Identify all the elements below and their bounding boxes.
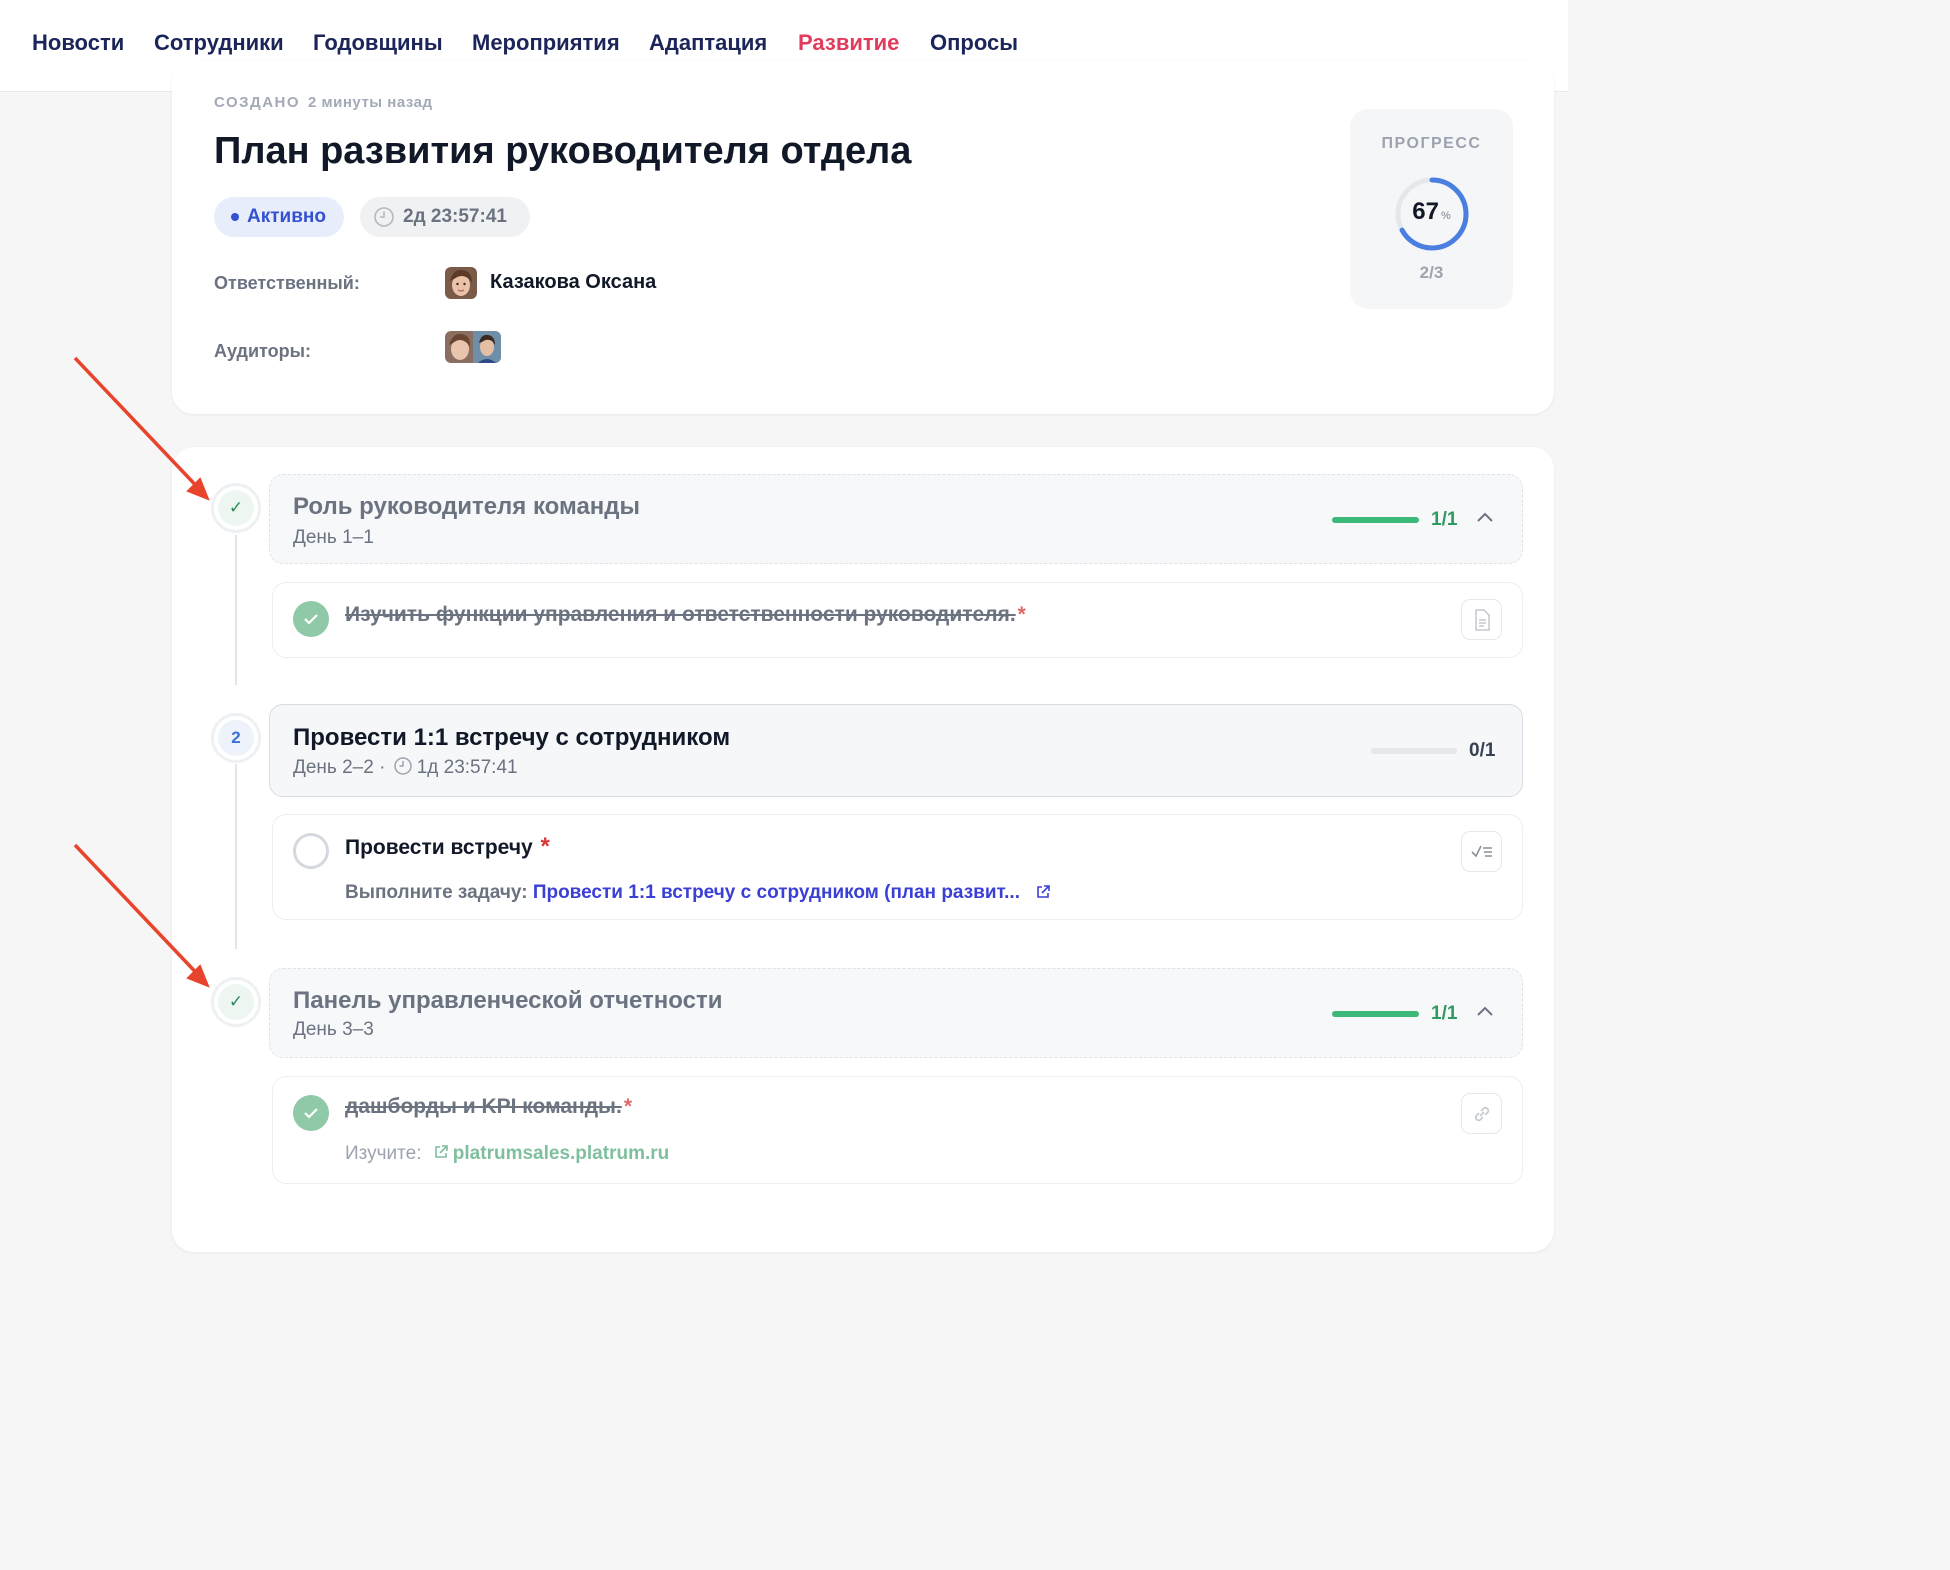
step-progress-fill [1332, 517, 1419, 523]
check-icon: ✓ [218, 490, 254, 526]
progress-count: 2/3 [1419, 263, 1444, 282]
step-count: 0/1 [1469, 740, 1496, 761]
clock-icon [393, 757, 412, 775]
task-card[interactable]: дашборды и KPI команды.* Изучите: platru… [272, 1076, 1523, 1184]
status-dot-icon [231, 213, 239, 221]
task-title: Провести встречу * [345, 833, 550, 860]
external-link-icon[interactable] [433, 1144, 449, 1160]
task-meta: Изучите: platrumsales.platrum.ru [345, 1143, 670, 1164]
task-title: дашборды и KPI команды.* [345, 1095, 632, 1118]
resource-link[interactable]: platrumsales.platrum.ru [453, 1143, 669, 1164]
chevron-up-icon[interactable] [1476, 1005, 1494, 1017]
owner-label: Ответственный: [214, 273, 360, 293]
page-title: План развития руководителя отдела [214, 130, 912, 172]
step-title: Панель управленческой отчетности [293, 987, 723, 1014]
plan-header-card [172, 60, 1554, 414]
step-1-header[interactable]: Роль руководителя команды День 1–1 1/1 [269, 474, 1523, 564]
required-mark: * [1017, 603, 1026, 626]
task-link[interactable]: Провести 1:1 встречу с сотрудником (план… [533, 882, 1020, 903]
document-icon[interactable] [1461, 599, 1502, 640]
step-title: Роль руководителя команды [293, 493, 641, 520]
step-3-status-marker: ✓ [211, 977, 261, 1027]
task-done-check-icon[interactable] [293, 1095, 329, 1131]
tab-news[interactable]: Новости [32, 0, 124, 92]
deadline-timer-badge: 2д 23:57:41 [360, 197, 530, 237]
created-label: СОЗДАНО [214, 94, 301, 111]
owner-name[interactable]: Казакова Оксана [490, 271, 656, 294]
status-badge: Активно [214, 197, 344, 237]
task-card[interactable]: Провести встречу * Выполните задачу: Про… [272, 814, 1523, 920]
step-count: 1/1 [1431, 509, 1458, 530]
progress-percent: 67% [1412, 198, 1451, 225]
created-meta: СОЗДАНО 2 минуты назад [214, 94, 433, 111]
timeline-connector [235, 535, 237, 685]
step-title: Провести 1:1 встречу с сотрудником [293, 724, 731, 751]
step-progress-fill [1332, 1011, 1419, 1017]
required-mark: * [540, 833, 550, 860]
progress-widget: ПРОГРЕСС 67% 2/3 [1350, 109, 1513, 309]
task-card[interactable]: Изучить функции управления и ответственн… [272, 582, 1523, 658]
timeline-connector [235, 764, 237, 949]
step-count: 1/1 [1431, 1003, 1458, 1024]
status-text: Активно [247, 206, 326, 227]
step-progress-track [1371, 748, 1457, 754]
step-progress-track [1332, 1011, 1419, 1017]
step-days: День 2–2 · 1д 23:57:41 [293, 757, 518, 778]
required-mark: * [623, 1095, 632, 1118]
timer-text: 2д 23:57:41 [403, 206, 507, 227]
auditors-avatars[interactable] [445, 331, 501, 363]
external-link-icon[interactable] [1035, 884, 1051, 900]
task-meta: Выполните задачу: Провести 1:1 встречу с… [345, 882, 1051, 904]
clock-icon [374, 207, 394, 227]
check-icon: ✓ [218, 984, 254, 1020]
auditors-label: Аудиторы: [214, 341, 311, 361]
step-2-header[interactable]: Провести 1:1 встречу с сотрудником День … [269, 704, 1523, 797]
owner-avatar[interactable] [445, 267, 477, 299]
checklist-icon[interactable] [1461, 831, 1502, 872]
step-3-header[interactable]: Панель управленческой отчетности День 3–… [269, 968, 1523, 1058]
step-days: День 1–1 [293, 527, 374, 548]
step-progress-track [1332, 517, 1419, 523]
task-done-check-icon[interactable] [293, 601, 329, 637]
step-1-status-marker: ✓ [211, 483, 261, 533]
task-title: Изучить функции управления и ответственн… [345, 603, 1026, 626]
created-ago: 2 минуты назад [308, 94, 433, 111]
link-icon[interactable] [1461, 1093, 1502, 1134]
step-days: День 3–3 [293, 1019, 374, 1040]
step-number: 2 [218, 720, 254, 756]
chevron-up-icon[interactable] [1476, 511, 1494, 523]
progress-label: ПРОГРЕСС [1381, 135, 1482, 152]
task-checkbox[interactable] [293, 833, 329, 869]
step-2-status-marker: 2 [211, 713, 261, 763]
